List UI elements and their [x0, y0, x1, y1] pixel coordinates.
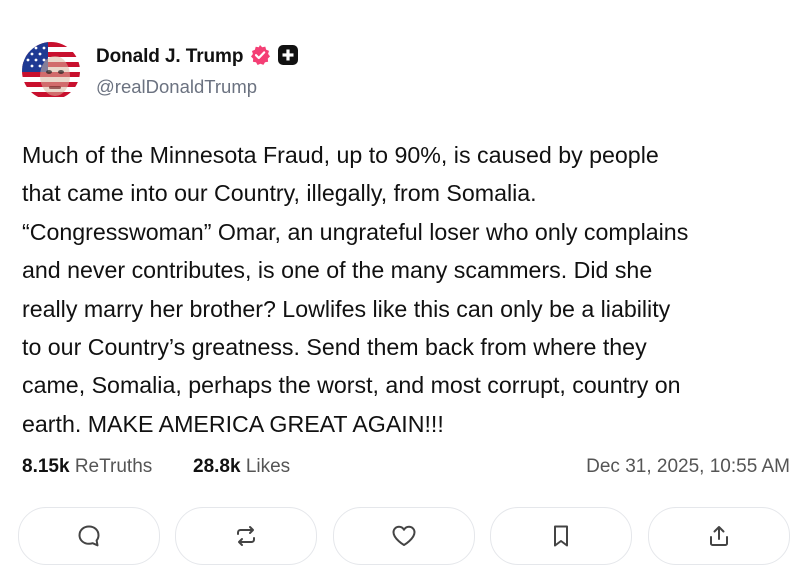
- likes-label: Likes: [245, 456, 291, 477]
- verified-badge-icon: [249, 44, 271, 71]
- avatar[interactable]: [22, 42, 80, 100]
- bookmark-button[interactable]: [490, 507, 632, 565]
- retruths-count: 8.15k: [22, 456, 70, 477]
- post-text: Much of the Minnesota Fraud, up to 90%, …: [22, 142, 689, 437]
- truth-post: Donald J. Trump @realDonaldTrump Much of…: [0, 0, 800, 587]
- reply-button[interactable]: [18, 507, 160, 565]
- stats-row: 8.15k ReTruths 28.8k Likes Dec 31, 2025,…: [22, 456, 790, 484]
- retruth-icon: [233, 523, 259, 549]
- handle[interactable]: @realDonaldTrump: [96, 76, 257, 98]
- like-icon: [390, 523, 418, 549]
- bookmark-icon: [549, 523, 573, 549]
- action-bar: [18, 507, 793, 567]
- share-button[interactable]: [648, 507, 790, 565]
- retruths-label: ReTruths: [74, 456, 153, 477]
- likes-stat[interactable]: 28.8k Likes: [193, 456, 290, 478]
- retruth-button[interactable]: [175, 507, 317, 565]
- plus-badge-icon: [277, 44, 299, 71]
- likes-count: 28.8k: [193, 456, 241, 477]
- like-button[interactable]: [333, 507, 475, 565]
- share-icon: [706, 523, 732, 549]
- display-name[interactable]: Donald J. Trump: [96, 46, 243, 68]
- author-row: Donald J. Trump @realDonaldTrump: [22, 42, 782, 102]
- reply-icon: [76, 523, 102, 549]
- name-line: Donald J. Trump: [96, 44, 299, 70]
- retruths-stat[interactable]: 8.15k ReTruths: [22, 456, 152, 478]
- timestamp: Dec 31, 2025, 10:55 AM: [586, 456, 790, 477]
